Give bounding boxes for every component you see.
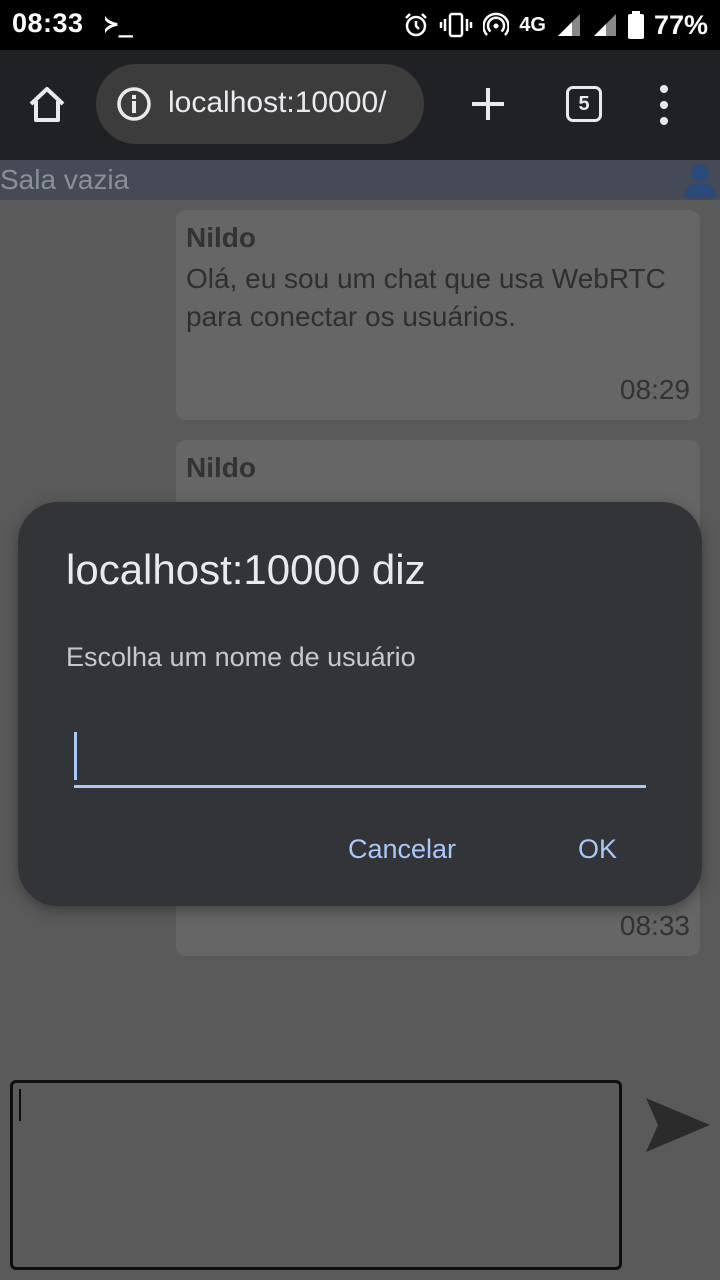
info-icon[interactable] — [116, 86, 152, 122]
text-caret — [19, 1089, 21, 1121]
room-title: Sala vazia — [0, 164, 130, 195]
status-icons: 4G 77% — [403, 8, 708, 42]
message-text: Olá, eu sou um chat que usa WebRTC para … — [186, 263, 666, 332]
dialog-title: localhost:10000 diz — [66, 546, 426, 593]
ok-button[interactable]: OK — [578, 834, 617, 865]
address-bar[interactable]: localhost:10000/ — [96, 64, 424, 144]
message-time: 08:29 — [619, 374, 690, 405]
cancel-button[interactable]: Cancelar — [348, 834, 456, 865]
status-bar: 08:33 ≻_ 4G 77% — [0, 0, 720, 50]
message-time: 08:33 — [619, 910, 690, 941]
signal-icon — [593, 14, 616, 36]
browser-toolbar: localhost:10000/ 5 — [0, 50, 720, 160]
hotspot-icon — [483, 12, 510, 36]
room-header: Sala vazia — [0, 160, 720, 200]
vibrate-icon — [440, 12, 473, 38]
menu-dots-icon[interactable] — [656, 82, 672, 128]
message-author: Nildo — [186, 222, 256, 253]
plus-icon[interactable] — [468, 84, 508, 124]
battery-percent: 77% — [653, 9, 708, 40]
send-icon[interactable] — [644, 1096, 712, 1154]
dialog-message: Escolha um nome de usuário — [66, 642, 416, 672]
prompt-dialog: localhost:10000 diz Escolha um nome de u… — [18, 502, 702, 906]
home-icon[interactable] — [26, 84, 68, 126]
text-caret — [74, 732, 77, 780]
signal-icon — [557, 14, 580, 36]
battery-icon — [627, 11, 644, 39]
username-input[interactable] — [74, 728, 646, 788]
message-author: Nildo — [186, 452, 256, 483]
url-text[interactable]: localhost:10000/ — [168, 86, 387, 120]
network-type: 4G — [519, 13, 546, 36]
terminal-icon: ≻_ — [104, 10, 133, 38]
tab-switcher-button[interactable]: 5 — [566, 86, 602, 122]
user-icon[interactable] — [682, 162, 718, 198]
status-time: 08:33 — [12, 8, 84, 38]
chat-message: Nildo Olá, eu sou um chat que usa WebRTC… — [176, 210, 700, 420]
alarm-icon — [405, 13, 428, 37]
message-input[interactable] — [10, 1080, 622, 1270]
